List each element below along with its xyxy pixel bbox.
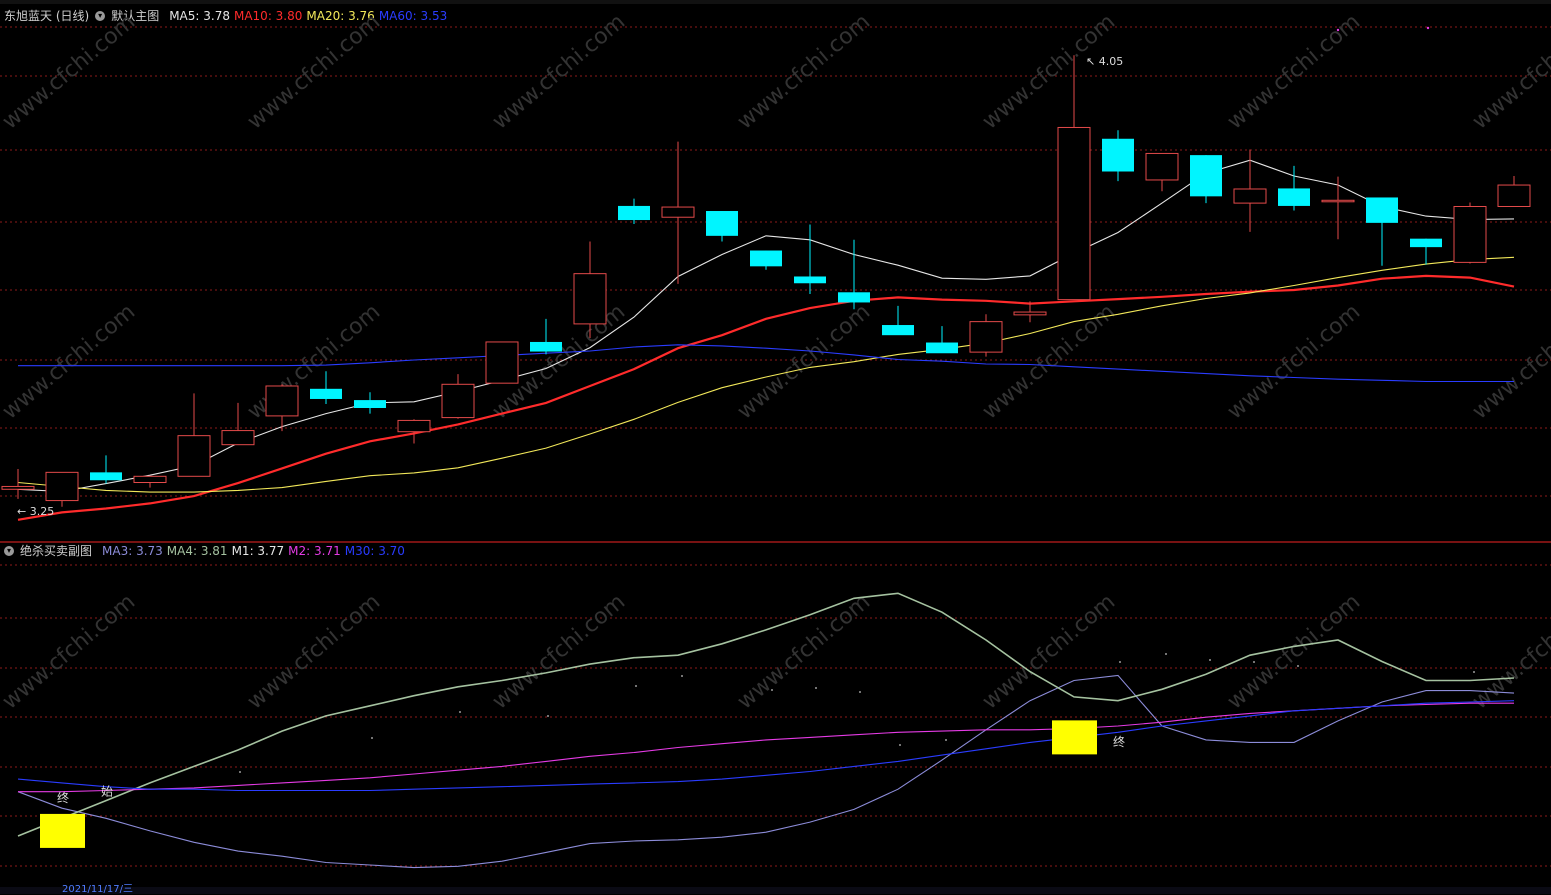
watermark-text: www.cfchi.com [978,9,1120,134]
candle-body-down [1190,155,1222,197]
watermark-text: www.cfchi.com [1468,9,1551,134]
watermark-text: www.cfchi.com [978,589,1120,714]
candle-body-down [1410,238,1442,248]
candle-body-up [265,385,299,417]
candle-body-up [221,430,255,446]
sub-series-m30 [17,700,1515,792]
sub-dot [547,715,549,717]
sub-dot [371,737,373,739]
candle-body-up [1013,311,1047,316]
watermark-text: www.cfchi.com [1223,589,1365,714]
pink-dot [1336,28,1340,32]
watermark-text: www.cfchi.com [978,299,1120,424]
low-price-label: ← 3.25 [17,505,54,518]
candle-body-up [45,471,79,502]
candle-body-up [661,206,695,218]
candle-body-up [1497,184,1531,207]
candle-body-up [1233,188,1267,204]
candle-body-up [441,383,475,419]
candle-body-up [573,273,607,325]
candle-body-down [706,211,738,236]
watermark-text: www.cfchi.com [488,589,630,714]
candle-body-down [310,388,342,399]
sub-dot [1119,661,1121,663]
pink-dot [1426,26,1430,30]
candle-body-up [1453,205,1487,263]
signal-marker-text: 终 [1113,734,1125,749]
candle-body-up [177,435,211,477]
watermark-text: www.cfchi.com [0,299,140,424]
sub-dot [1253,661,1255,663]
candle-body-down [90,472,122,481]
sub-dot [815,687,817,689]
watermark-text: www.cfchi.com [243,589,385,714]
candle-body-down [618,205,650,221]
watermark-text: www.cfchi.com [1468,299,1551,424]
sub-dot [771,689,773,691]
signal-box [40,813,85,848]
chart-canvas[interactable]: www.cfchi.com www.cfchi.com www.cfchi.com w… [0,0,1551,887]
watermark-text: www.cfchi.com [733,589,875,714]
sub-dot [635,685,637,687]
sub-dot [859,691,861,693]
sub-dot [681,675,683,677]
candle-body-up [1,485,35,490]
candle-body-down [882,325,914,336]
candle-body-down [750,250,782,267]
candle-body-up [1145,152,1179,181]
watermark-text: www.cfchi.com [243,9,385,134]
high-price-label: ↖ 4.05 [1086,55,1123,68]
candle-body-up [1057,126,1091,301]
candle-body-down [1278,188,1310,206]
watermark-text: www.cfchi.com [733,9,875,134]
watermark-text: www.cfchi.com [1468,589,1551,714]
candle-body-down [926,342,958,354]
sub-dot [945,739,947,741]
bottom-date-bar: 2021/11/17/三 [0,885,1551,895]
signal-marker-text: 终 [57,790,69,805]
watermark-text: www.cfchi.com [1223,299,1365,424]
sub-dot [459,711,461,713]
candle-body-up [1321,199,1355,203]
signal-box [1052,720,1097,755]
candle-body-down [794,276,826,284]
candle-body-down [354,400,386,408]
candle-body-down [1102,138,1134,172]
sub-dot [899,744,901,746]
candle-body-up [133,475,167,484]
sub-dot [239,771,241,773]
watermark-text: www.cfchi.com [0,9,140,134]
watermark-text: www.cfchi.com [488,9,630,134]
watermark-text: www.cfchi.com [1223,9,1365,134]
sub-dot [1297,665,1299,667]
candle-body-down [838,292,870,303]
sub-dot [1473,671,1475,673]
sub-dot [1209,659,1211,661]
sub-dot [1165,653,1167,655]
candle-body-up [969,321,1003,353]
candle-body-up [397,419,431,433]
candle-body-down [530,341,562,352]
candle-body-up [485,341,519,384]
sub-series-ma4 [17,592,1515,837]
sub-series-ma3 [17,674,1515,869]
watermark-text: www.cfchi.com [0,589,140,714]
candle-body-down [1366,197,1398,223]
signal-marker-text: 始 [101,785,113,799]
